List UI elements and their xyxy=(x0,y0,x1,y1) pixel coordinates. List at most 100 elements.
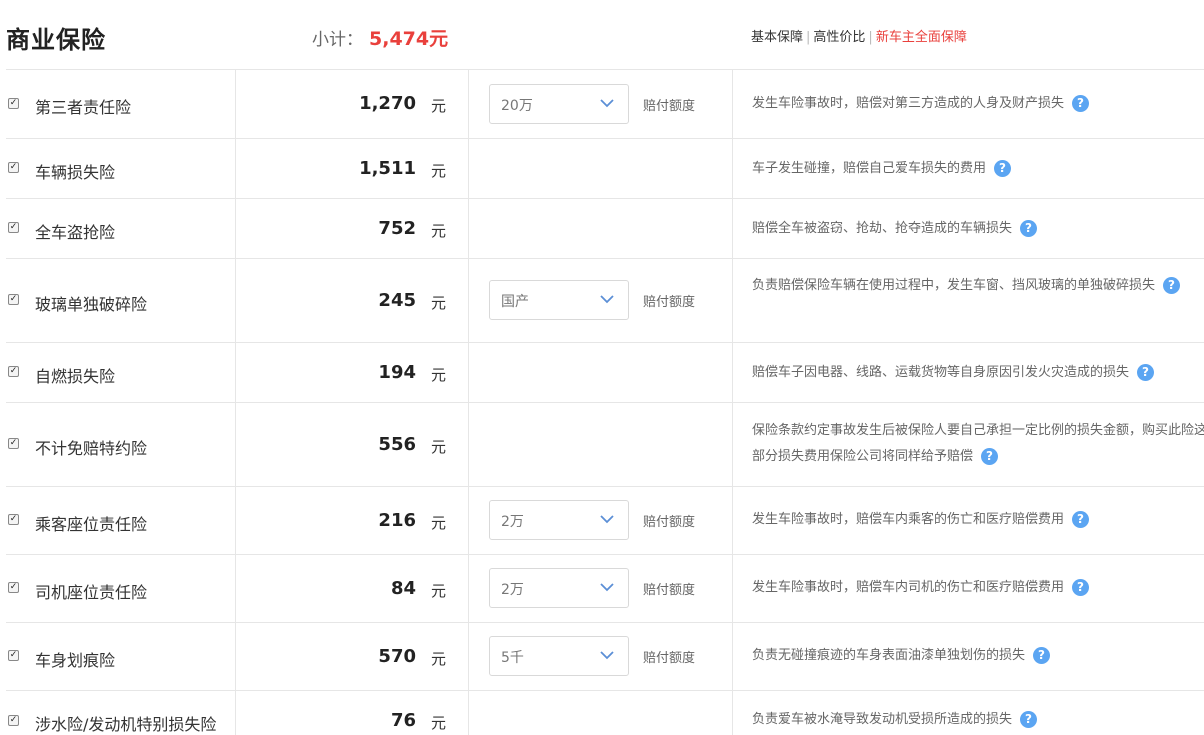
row-name-cell: ✓ 全车盗抢险 xyxy=(6,199,236,258)
table-row: ✓ 车辆损失险 1,511 元 车子发生碰撞，赔偿自己爱车损失的费用? xyxy=(6,138,1204,198)
row-name-cell: ✓ 司机座位责任险 xyxy=(6,555,236,622)
divider: | xyxy=(868,30,873,45)
insurance-name: 乘客座位责任险 xyxy=(35,515,148,534)
row-name-cell: ✓ 不计免赔特约险 xyxy=(6,403,236,486)
description-text: 负责爱车被水淹导致发动机受损所造成的损失 xyxy=(752,712,1013,727)
checkbox-checked-icon[interactable]: ✓ xyxy=(8,98,19,109)
price-unit: 元 xyxy=(431,366,447,384)
price-unit: 元 xyxy=(431,650,447,668)
row-price-cell: 752 元 xyxy=(236,199,469,258)
divider: | xyxy=(806,30,811,45)
coverage-select[interactable]: 国产 xyxy=(489,280,629,320)
table-row: ✓ 乘客座位责任险 216 元 2万 赔付额度 发生车险事故时，赔偿车内乘客的伤… xyxy=(6,486,1204,554)
checkbox-checked-icon[interactable]: ✓ xyxy=(8,162,19,173)
row-price-cell: 245 元 xyxy=(236,259,469,342)
row-price-cell: 84 元 xyxy=(236,555,469,622)
row-name-cell: ✓ 车辆损失险 xyxy=(6,139,236,198)
row-price-cell: 216 元 xyxy=(236,487,469,554)
question-icon[interactable]: ? xyxy=(1163,277,1181,294)
page-title: 商业保险 xyxy=(6,26,106,54)
insurance-description: 发生车险事故时，赔偿车内乘客的伤亡和医疗赔偿费用? xyxy=(752,507,1204,533)
question-icon[interactable]: ? xyxy=(1072,511,1090,528)
table-row: ✓ 司机座位责任险 84 元 2万 赔付额度 发生车险事故时，赔偿车内司机的伤亡… xyxy=(6,554,1204,622)
plan-value-link[interactable]: 高性价比 xyxy=(813,30,865,45)
coverage-limit-label: 赔付额度 xyxy=(643,515,696,530)
coverage-select[interactable]: 2万 xyxy=(489,500,629,540)
insurance-price: 76 xyxy=(390,710,416,731)
row-option-cell: 5千 赔付额度 xyxy=(469,623,733,690)
question-icon[interactable]: ? xyxy=(1072,579,1090,596)
row-name-cell: ✓ 第三者责任险 xyxy=(6,70,236,138)
row-desc-cell: 发生车险事故时，赔偿车内乘客的伤亡和医疗赔偿费用? xyxy=(733,487,1204,554)
insurance-name: 车辆损失险 xyxy=(35,163,116,182)
question-icon[interactable]: ? xyxy=(1020,711,1038,728)
table-row: ✓ 车身划痕险 570 元 5千 赔付额度 负责无碰撞痕迹的车身表面油漆单独划伤… xyxy=(6,622,1204,690)
row-desc-cell: 保险条款约定事故发生后被保险人要自己承担一定比例的损失金额，购买此险这部分损失费… xyxy=(733,403,1204,486)
description-text: 负责无碰撞痕迹的车身表面油漆单独划伤的损失 xyxy=(752,648,1026,663)
question-icon[interactable]: ? xyxy=(981,448,999,465)
row-price-cell: 194 元 xyxy=(236,343,469,402)
row-name-cell: ✓ 玻璃单独破碎险 xyxy=(6,259,236,342)
price-unit: 元 xyxy=(431,294,447,312)
subtotal: 小计： 5,474元 xyxy=(312,24,448,51)
description-text: 负责赔偿保险车辆在使用过程中，发生车窗、挡风玻璃的单独破碎损失 xyxy=(752,278,1156,293)
row-price-cell: 1,270 元 xyxy=(236,70,469,138)
row-desc-cell: 发生车险事故时，赔偿对第三方造成的人身及财产损失? xyxy=(733,70,1204,138)
coverage-select[interactable]: 20万 xyxy=(489,84,629,124)
checkbox-checked-icon[interactable]: ✓ xyxy=(8,366,19,377)
checkbox-checked-icon[interactable]: ✓ xyxy=(8,582,19,593)
table-row: ✓ 玻璃单独破碎险 245 元 国产 赔付额度 负责赔偿保险车辆在使用过程中，发… xyxy=(6,258,1204,342)
coverage-select-value: 5千 xyxy=(501,650,524,666)
row-price-cell: 1,511 元 xyxy=(236,139,469,198)
coverage-limit-label: 赔付额度 xyxy=(643,295,696,310)
row-name-cell: ✓ 自燃损失险 xyxy=(6,343,236,402)
insurance-name: 不计免赔特约险 xyxy=(35,439,148,458)
insurance-price: 84 xyxy=(390,578,416,599)
chevron-down-icon xyxy=(600,515,614,524)
plan-basic-link[interactable]: 基本保障 xyxy=(751,30,803,45)
price-unit: 元 xyxy=(431,222,447,240)
row-option-cell xyxy=(469,343,733,402)
plan-new-owner-link[interactable]: 新车主全面保障 xyxy=(876,30,967,45)
question-icon[interactable]: ? xyxy=(994,160,1012,177)
question-icon[interactable]: ? xyxy=(1033,647,1051,664)
question-icon[interactable]: ? xyxy=(1137,364,1155,381)
row-option-cell: 20万 赔付额度 xyxy=(469,70,733,138)
header: 商业保险 小计： 5,474元 基本保障 | 高性价比 | 新车主全面保障 xyxy=(0,0,1204,70)
checkbox-checked-icon[interactable]: ✓ xyxy=(8,650,19,661)
question-icon[interactable]: ? xyxy=(1020,220,1038,237)
row-price-cell: 570 元 xyxy=(236,623,469,690)
insurance-name: 自燃损失险 xyxy=(35,367,116,386)
row-option-cell xyxy=(469,403,733,486)
plan-selector: 基本保障 | 高性价比 | 新车主全面保障 xyxy=(751,26,967,45)
table-row: ✓ 第三者责任险 1,270 元 20万 赔付额度 发生车险事故时，赔偿对第三方… xyxy=(6,69,1204,138)
coverage-select-value: 2万 xyxy=(501,514,524,530)
insurance-description: 车子发生碰撞，赔偿自己爱车损失的费用? xyxy=(752,156,1204,182)
insurance-price: 1,511 xyxy=(359,158,416,179)
checkbox-checked-icon[interactable]: ✓ xyxy=(8,438,19,449)
question-icon[interactable]: ? xyxy=(1072,95,1090,112)
description-text: 发生车险事故时，赔偿对第三方造成的人身及财产损失 xyxy=(752,96,1065,111)
row-price-cell: 76 元 xyxy=(236,691,469,735)
subtotal-amount: 5,474元 xyxy=(369,28,449,50)
row-name-cell: ✓ 乘客座位责任险 xyxy=(6,487,236,554)
coverage-select[interactable]: 2万 xyxy=(489,568,629,608)
row-option-cell: 2万 赔付额度 xyxy=(469,555,733,622)
coverage-select[interactable]: 5千 xyxy=(489,636,629,676)
insurance-description: 赔偿全车被盗窃、抢劫、抢夺造成的车辆损失? xyxy=(752,216,1204,242)
insurance-description: 发生车险事故时，赔偿对第三方造成的人身及财产损失? xyxy=(752,91,1204,117)
checkbox-checked-icon[interactable]: ✓ xyxy=(8,222,19,233)
checkbox-checked-icon[interactable]: ✓ xyxy=(8,514,19,525)
description-text: 赔偿全车被盗窃、抢劫、抢夺造成的车辆损失 xyxy=(752,221,1013,236)
description-text: 车子发生碰撞，赔偿自己爱车损失的费用 xyxy=(752,161,987,176)
insurance-name: 司机座位责任险 xyxy=(35,583,148,602)
checkbox-checked-icon[interactable]: ✓ xyxy=(8,294,19,305)
row-option-cell xyxy=(469,139,733,198)
insurance-name: 车身划痕险 xyxy=(35,651,116,670)
checkbox-checked-icon[interactable]: ✓ xyxy=(8,715,19,726)
coverage-limit-label: 赔付额度 xyxy=(643,651,696,666)
row-name-cell: ✓ 车身划痕险 xyxy=(6,623,236,690)
row-desc-cell: 负责爱车被水淹导致发动机受损所造成的损失? xyxy=(733,691,1204,735)
insurance-description: 负责无碰撞痕迹的车身表面油漆单独划伤的损失? xyxy=(752,643,1204,669)
row-desc-cell: 负责无碰撞痕迹的车身表面油漆单独划伤的损失? xyxy=(733,623,1204,690)
